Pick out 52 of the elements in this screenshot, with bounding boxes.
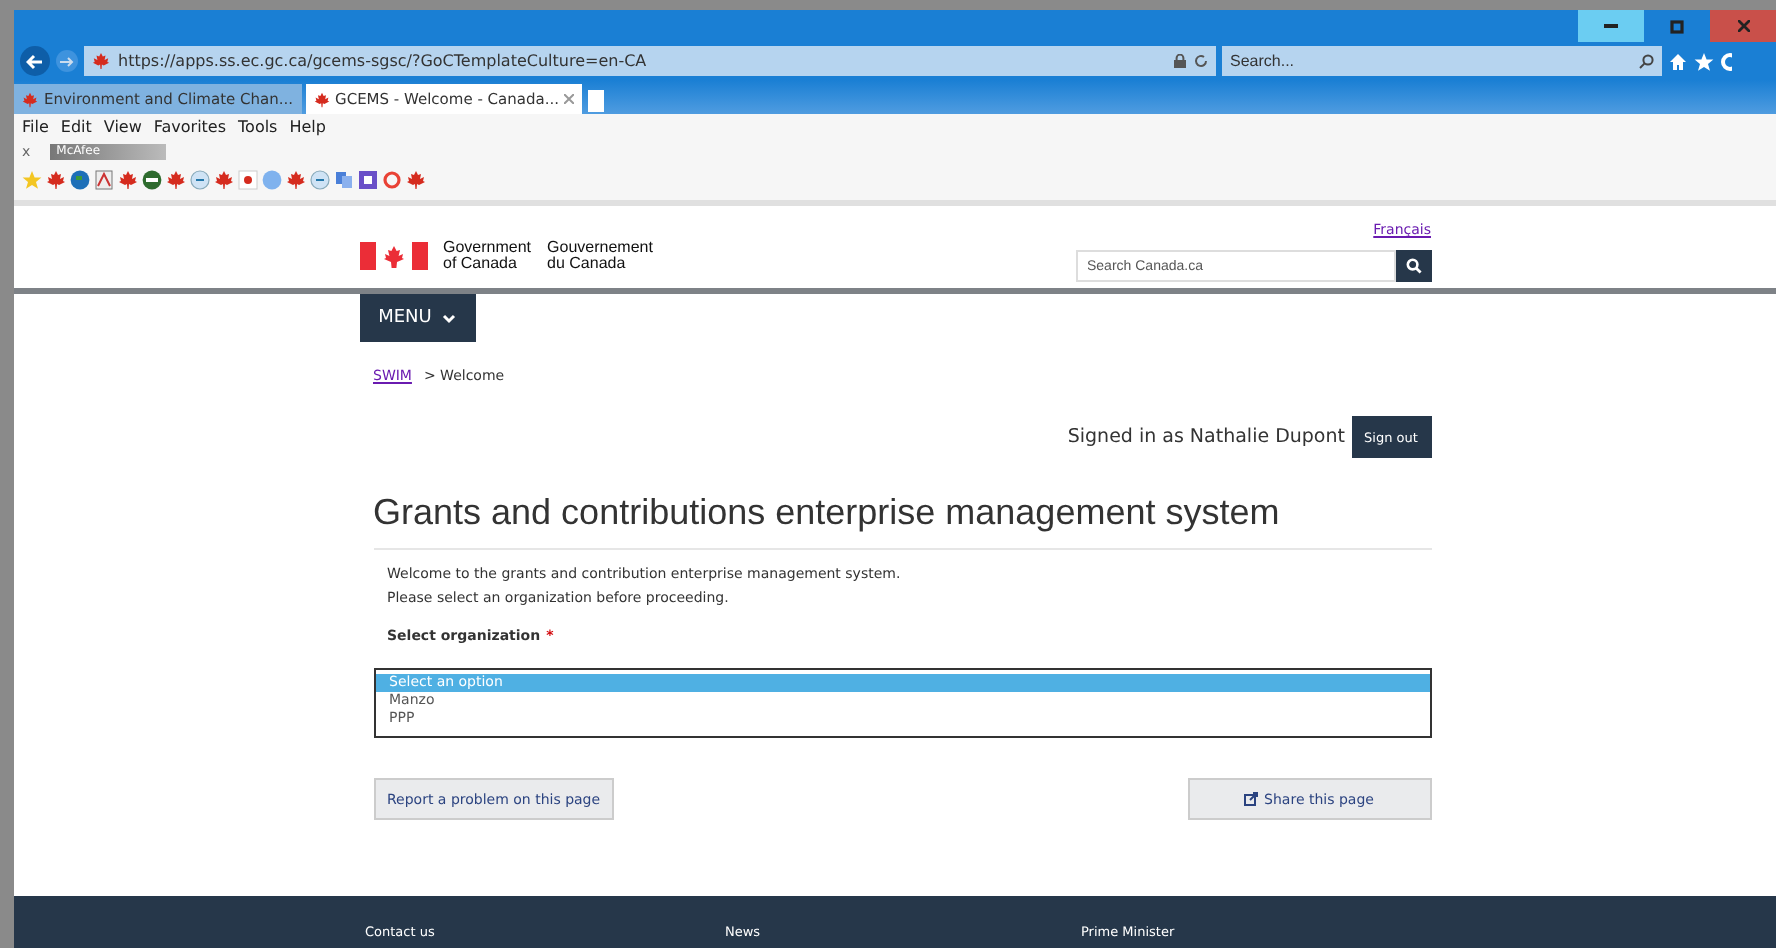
wordmark-french: Gouvernement du Canada [547, 240, 653, 272]
pages-icon[interactable] [334, 170, 354, 190]
menu-button[interactable]: MENU [359, 294, 475, 342]
maple-leaf-icon [313, 91, 330, 107]
globe-icon[interactable] [70, 170, 90, 190]
circle-icon[interactable] [382, 170, 402, 190]
minimize-button[interactable] [1578, 10, 1644, 42]
search-icon [1405, 258, 1421, 274]
menu-item[interactable]: View [103, 118, 142, 136]
circle-icon[interactable] [142, 170, 162, 190]
url-text: https://apps.ss.ec.gc.ca/gcems-sgsc/?GoCTemplateCulture=en-CA [118, 52, 649, 70]
document-icon[interactable] [94, 170, 114, 190]
maple-leaf-icon [286, 170, 306, 190]
menu-item[interactable]: Help [289, 118, 326, 136]
close-icon[interactable] [564, 94, 575, 104]
close-icon [1737, 20, 1749, 32]
forward-arrow-icon [60, 55, 74, 67]
address-bar[interactable]: https://apps.ss.ec.gc.ca/gcems-sgsc/?GoCTemplateCulture=en-CA [84, 46, 1216, 76]
forward-button[interactable] [56, 50, 78, 72]
back-button[interactable] [20, 46, 50, 76]
maple-leaf-icon [46, 170, 66, 190]
maple-leaf-icon [92, 52, 110, 70]
maple-leaf-icon [166, 170, 186, 190]
wordmark-english: Government of Canada [443, 240, 532, 272]
flag-icon[interactable] [238, 170, 258, 190]
star-icon[interactable] [22, 170, 42, 190]
lock-icon [1174, 54, 1186, 68]
canada-flag-icon [359, 242, 427, 270]
chevron-down-icon [441, 313, 456, 323]
page-title: Grants and contributions enterprise management system [373, 492, 1431, 550]
menu-item[interactable]: Edit [60, 118, 92, 136]
restore-icon [1670, 19, 1684, 33]
new-tab-icon[interactable] [586, 88, 607, 114]
search-icon[interactable] [1638, 53, 1654, 69]
maple-leaf-icon [214, 170, 234, 190]
close-button[interactable] [1710, 10, 1776, 42]
menu-item[interactable]: Tools [238, 118, 278, 136]
refresh-icon[interactable] [1194, 54, 1208, 68]
back-arrow-icon [26, 53, 44, 69]
star-icon[interactable] [1694, 51, 1714, 71]
maple-leaf-icon [406, 170, 426, 190]
search-field[interactable]: Search... [1222, 46, 1662, 76]
search-button[interactable] [1395, 250, 1431, 282]
maple-leaf-icon [22, 91, 38, 107]
maple-leaf-icon [118, 170, 138, 190]
signed-in-text: Signed in as Nathalie Dupont [1067, 426, 1345, 448]
square-icon[interactable] [358, 170, 378, 190]
share-icon [1244, 792, 1259, 806]
menu-item[interactable]: File [22, 118, 49, 136]
menu-item[interactable]: Favorites [153, 118, 227, 136]
home-icon[interactable] [1668, 51, 1688, 71]
minimize-icon [1604, 24, 1618, 28]
